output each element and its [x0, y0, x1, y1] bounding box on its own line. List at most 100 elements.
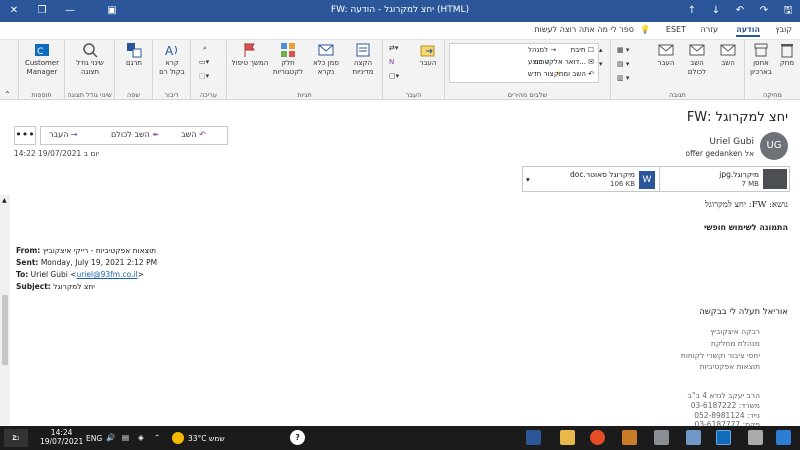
translate-button[interactable]: תרגם — [119, 42, 149, 68]
categorize-button[interactable]: חלק לקטגוריות — [269, 42, 307, 77]
ribbon-tabs: קובץ הודעה עזרה ESET 💡 ספר לי מה אתה רוצ… — [0, 22, 800, 40]
tab-eset[interactable]: ESET — [666, 25, 686, 34]
tab-message[interactable]: הודעה — [736, 25, 760, 37]
rules-icon[interactable]: ⇄▾ — [389, 44, 398, 52]
avatar[interactable]: UG — [760, 132, 788, 160]
app-icon[interactable] — [622, 430, 637, 445]
tags-group: הקצה מדיניות סמן כלא נקרא חלק לקטגוריות … — [226, 40, 382, 100]
subject-line: Subject: יחצ למקרוגל — [16, 282, 95, 291]
outlook-icon[interactable] — [716, 430, 731, 445]
reply-all-button[interactable]: השב לכולם ↞ — [111, 130, 159, 139]
title-bar: ✕ ❐ — ▣ FW: יחצ למקרוגל - הודעה (HTML) ↑… — [0, 0, 800, 22]
forward-button[interactable]: העבר → — [49, 130, 78, 139]
quick-step-team[interactable]: תיבת ☐ — [571, 46, 594, 54]
app-icon[interactable] — [654, 430, 669, 445]
attachment-size: 7 MB — [741, 180, 759, 188]
clock[interactable]: 14:24 19/07/2021 — [40, 428, 83, 446]
actions-icon[interactable]: ▢▾ — [389, 72, 399, 80]
read-aloud-icon: A — [165, 44, 177, 58]
archive-icon — [754, 43, 768, 57]
quick-steps-gallery: למנהל → בוצע ✓ צור חדש ⚡ תיבת ☐ דואר אלק… — [449, 43, 599, 83]
svg-text:C: C — [37, 47, 43, 57]
tell-me-search[interactable]: ספר לי מה אתה רוצה לעשות — [534, 25, 634, 34]
sent-line: Sent: Monday, July 19, 2021 2:12 PM — [16, 258, 158, 267]
ribbon-reply-all-button[interactable]: השב לכולם — [681, 42, 713, 77]
app-icon[interactable] — [748, 430, 763, 445]
notifications-icon[interactable]: ▭ 2 — [4, 429, 28, 447]
ribbon-forward-button[interactable]: העבר — [651, 42, 681, 68]
move-button[interactable]: העבר — [413, 42, 443, 68]
scrollbar-thumb[interactable] — [2, 295, 8, 365]
svg-text:A: A — [165, 44, 174, 58]
volume-icon[interactable]: 🔊 — [106, 433, 115, 442]
scroll-up-icon[interactable]: ▲ — [2, 197, 7, 204]
message-subject: יחצ למקרוגל :FW — [686, 110, 788, 125]
mark-unread-button[interactable]: סמן כלא נקרא — [307, 42, 345, 77]
addins-group-label: תוספות — [31, 91, 52, 99]
select-icon[interactable]: ⬚▾ — [199, 72, 209, 80]
tab-help[interactable]: עזרה — [700, 25, 718, 34]
save-icon[interactable]: 🖫 — [774, 0, 800, 22]
recipient-name[interactable]: offer gedanken — [686, 149, 743, 158]
start-icon[interactable] — [776, 430, 791, 445]
zoom-button[interactable]: שינוי גודל תצוגה — [69, 42, 111, 77]
email-link[interactable]: uriel@93fm.co.il — [77, 270, 138, 279]
dropbox-icon[interactable]: ◈ — [138, 433, 144, 442]
attachment-doc[interactable]: W מיקרוגל סאוטר.doc 106 KB ▾ — [522, 166, 660, 192]
language-indicator[interactable]: ENG — [86, 434, 102, 443]
more-respond-icon[interactable]: ▥ ▾ — [617, 74, 629, 82]
language-group: תרגם שפה — [114, 40, 152, 100]
language-group-label: שפה — [127, 91, 140, 99]
assign-policy-button[interactable]: הקצה מדיניות — [345, 42, 381, 77]
address-line: משרד: 03-6187222 — [690, 401, 760, 410]
quick-steps-scroll[interactable]: ▴ — [599, 46, 603, 54]
delete-group-label: מחיקה — [763, 91, 782, 99]
network-icon[interactable]: ▤ — [122, 433, 129, 442]
quick-step-email[interactable]: דואר אלקטרוני... ✉ — [534, 58, 594, 66]
respond-group-label: תגובה — [669, 91, 686, 99]
envelope-icon — [658, 44, 674, 56]
attachment-dropdown-icon[interactable]: ▾ — [526, 175, 530, 184]
signature-line: מנהלת מחלקת — [710, 339, 760, 348]
sun-icon — [172, 432, 184, 444]
quick-step-reply-delete[interactable]: השב ומחק ↶ — [554, 70, 594, 78]
tab-file[interactable]: קובץ — [775, 25, 792, 34]
firefox-icon[interactable] — [590, 430, 605, 445]
file-explorer-icon[interactable] — [560, 430, 575, 445]
policy-icon — [356, 43, 370, 57]
ribbon-reply-button[interactable]: השב — [713, 42, 743, 68]
weather-widget[interactable]: שמש 33°C — [188, 434, 225, 443]
archive-button[interactable]: אחסן בארכיון — [747, 42, 775, 77]
signature-line: תוצאות אפקטיביות — [699, 362, 760, 371]
collapse-ribbon-icon[interactable]: ⌃ — [4, 90, 11, 99]
more-actions-button[interactable]: ••• — [14, 126, 36, 145]
move-group: העבר ⇄▾ N ▢▾ העבר — [382, 40, 444, 100]
translate-icon — [127, 43, 142, 58]
reply-button[interactable]: השב ↶ — [181, 130, 206, 139]
onenote-icon[interactable]: N — [389, 58, 394, 66]
vertical-scrollbar[interactable]: ▲ — [0, 195, 10, 425]
delete-group: מחק אחסן בארכיון מחיקה — [744, 40, 800, 100]
tray-overflow-icon[interactable]: ⌃ — [154, 433, 160, 442]
quick-steps-more[interactable]: ▾ — [599, 60, 603, 68]
meeting-icon[interactable]: ▦ ▾ — [617, 46, 629, 54]
im-icon[interactable]: ▤ ▾ — [617, 60, 629, 68]
delete-button[interactable]: מחק — [775, 42, 799, 68]
sender-name[interactable]: Uriel Gubi — [709, 137, 754, 147]
attachment-name: מיקרוגל.jpg — [719, 170, 759, 179]
address-line: נייד: 052-8981124 — [694, 411, 760, 420]
word-icon: W — [639, 171, 655, 189]
calculator-icon[interactable] — [686, 430, 701, 445]
customer-manager-button[interactable]: C Customer Manager — [21, 42, 63, 77]
move-group-label: העבר — [405, 91, 422, 99]
read-aloud-button[interactable]: A קרא בקול רם — [157, 42, 187, 77]
message-timestamp: יום ב 19/07/2021 14:22 — [14, 149, 100, 158]
word-taskbar-icon[interactable] — [526, 430, 541, 445]
follow-up-button[interactable]: המשך טיפול — [231, 42, 269, 68]
find-icon[interactable]: ⌕ — [203, 44, 207, 53]
to-line: To: Uriel Gubi <uriel@93fm.co.il> — [16, 270, 144, 279]
envelope-icon — [318, 44, 334, 56]
help-icon[interactable]: ? — [290, 430, 305, 445]
related-icon[interactable]: ▭▾ — [199, 58, 209, 66]
quick-step-manager[interactable]: למנהל → — [528, 46, 556, 54]
